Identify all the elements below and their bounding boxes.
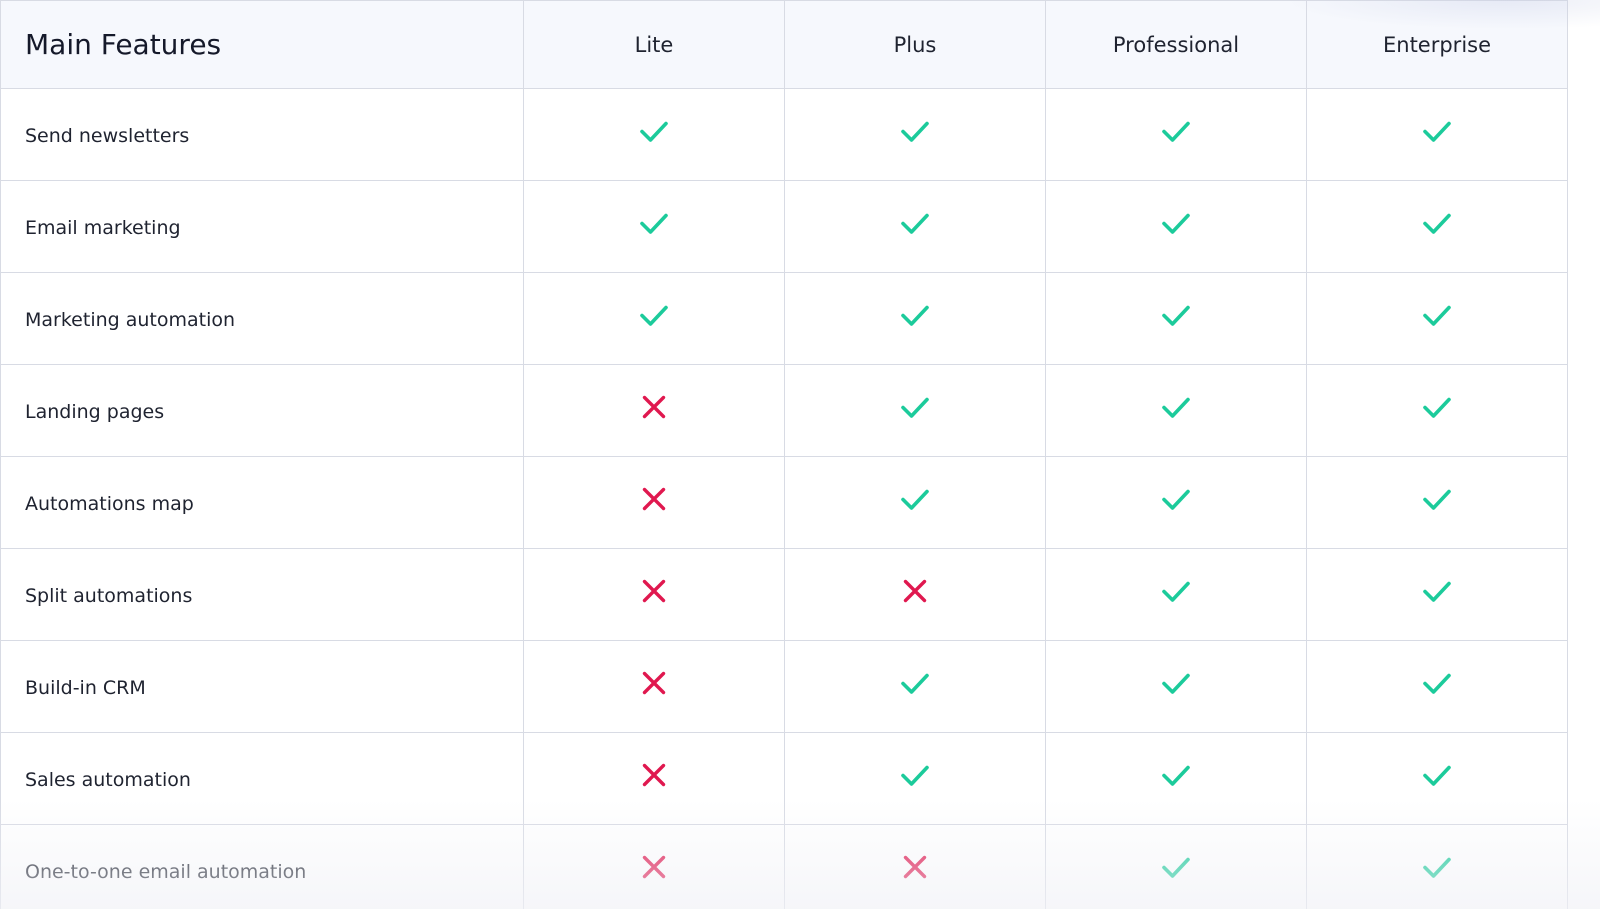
check-icon xyxy=(1420,850,1454,884)
availability-cell-plus xyxy=(784,364,1046,457)
check-icon xyxy=(1159,390,1193,424)
check-icon xyxy=(1420,114,1454,148)
feature-rows: Send newsletters Email marketing Marketing… xyxy=(0,88,1568,909)
table-row: Automations map xyxy=(0,456,1568,549)
table-row: Build-in CRM xyxy=(0,640,1568,733)
table-row: Send newsletters xyxy=(0,88,1568,181)
availability-cell-lite xyxy=(523,548,785,641)
plan-header-lite: Lite xyxy=(523,0,785,89)
availability-cell-enterprise xyxy=(1306,732,1568,825)
availability-cell-professional xyxy=(1045,732,1307,825)
availability-cell-professional xyxy=(1045,824,1307,909)
availability-cell-lite xyxy=(523,824,785,909)
availability-cell-plus xyxy=(784,640,1046,733)
check-icon xyxy=(1159,758,1193,792)
availability-cell-lite xyxy=(523,364,785,457)
availability-cell-enterprise xyxy=(1306,364,1568,457)
availability-cell-plus xyxy=(784,548,1046,641)
check-icon xyxy=(1420,574,1454,608)
availability-cell-lite xyxy=(523,456,785,549)
feature-label: One-to-one email automation xyxy=(0,824,524,909)
feature-label: Marketing automation xyxy=(0,272,524,365)
availability-cell-enterprise xyxy=(1306,640,1568,733)
check-icon xyxy=(1420,482,1454,516)
availability-cell-enterprise xyxy=(1306,824,1568,909)
table-row: Split automations xyxy=(0,548,1568,641)
main-features-heading: Main Features xyxy=(0,0,524,89)
availability-cell-lite xyxy=(523,272,785,365)
availability-cell-lite xyxy=(523,640,785,733)
check-icon xyxy=(637,298,671,332)
cross-icon xyxy=(898,574,932,608)
feature-comparison-table: Main Features Lite Plus Professional Ent… xyxy=(0,0,1568,909)
feature-label: Automations map xyxy=(0,456,524,549)
availability-cell-enterprise xyxy=(1306,272,1568,365)
check-icon xyxy=(898,206,932,240)
table-row: Sales automation xyxy=(0,732,1568,825)
availability-cell-lite xyxy=(523,88,785,181)
availability-cell-enterprise xyxy=(1306,180,1568,273)
availability-cell-lite xyxy=(523,732,785,825)
check-icon xyxy=(637,206,671,240)
availability-cell-plus xyxy=(784,272,1046,365)
plan-header-plus: Plus xyxy=(784,0,1046,89)
check-icon xyxy=(1420,298,1454,332)
feature-label: Sales automation xyxy=(0,732,524,825)
cross-icon xyxy=(637,482,671,516)
check-icon xyxy=(1159,206,1193,240)
check-icon xyxy=(1159,666,1193,700)
availability-cell-professional xyxy=(1045,272,1307,365)
feature-label: Landing pages xyxy=(0,364,524,457)
check-icon xyxy=(1420,390,1454,424)
check-icon xyxy=(898,666,932,700)
cross-icon xyxy=(637,666,671,700)
check-icon xyxy=(1420,206,1454,240)
availability-cell-plus xyxy=(784,824,1046,909)
plan-header-enterprise: Enterprise xyxy=(1306,0,1568,89)
cross-icon xyxy=(637,390,671,424)
availability-cell-professional xyxy=(1045,456,1307,549)
availability-cell-enterprise xyxy=(1306,548,1568,641)
check-icon xyxy=(898,758,932,792)
feature-label: Email marketing xyxy=(0,180,524,273)
check-icon xyxy=(1159,298,1193,332)
check-icon xyxy=(898,114,932,148)
availability-cell-plus xyxy=(784,732,1046,825)
availability-cell-professional xyxy=(1045,88,1307,181)
check-icon xyxy=(1159,482,1193,516)
pricing-comparison-page: Main Features Lite Plus Professional Ent… xyxy=(0,0,1600,909)
cross-icon xyxy=(637,758,671,792)
check-icon xyxy=(898,298,932,332)
plan-header-professional: Professional xyxy=(1045,0,1307,89)
check-icon xyxy=(898,390,932,424)
table-row: Marketing automation xyxy=(0,272,1568,365)
feature-label: Send newsletters xyxy=(0,88,524,181)
availability-cell-professional xyxy=(1045,640,1307,733)
availability-cell-professional xyxy=(1045,548,1307,641)
feature-label: Split automations xyxy=(0,548,524,641)
availability-cell-lite xyxy=(523,180,785,273)
availability-cell-professional xyxy=(1045,180,1307,273)
check-icon xyxy=(1159,850,1193,884)
check-icon xyxy=(1420,666,1454,700)
availability-cell-enterprise xyxy=(1306,88,1568,181)
availability-cell-enterprise xyxy=(1306,456,1568,549)
cross-icon xyxy=(637,850,671,884)
availability-cell-professional xyxy=(1045,364,1307,457)
check-icon xyxy=(637,114,671,148)
table-row: One-to-one email automation xyxy=(0,824,1568,909)
table-header-row: Main Features Lite Plus Professional Ent… xyxy=(0,0,1568,89)
table-row: Email marketing xyxy=(0,180,1568,273)
cross-icon xyxy=(898,850,932,884)
check-icon xyxy=(1159,574,1193,608)
table-row: Landing pages xyxy=(0,364,1568,457)
check-icon xyxy=(1159,114,1193,148)
check-icon xyxy=(1420,758,1454,792)
availability-cell-plus xyxy=(784,180,1046,273)
cross-icon xyxy=(637,574,671,608)
availability-cell-plus xyxy=(784,456,1046,549)
check-icon xyxy=(898,482,932,516)
feature-label: Build-in CRM xyxy=(0,640,524,733)
availability-cell-plus xyxy=(784,88,1046,181)
